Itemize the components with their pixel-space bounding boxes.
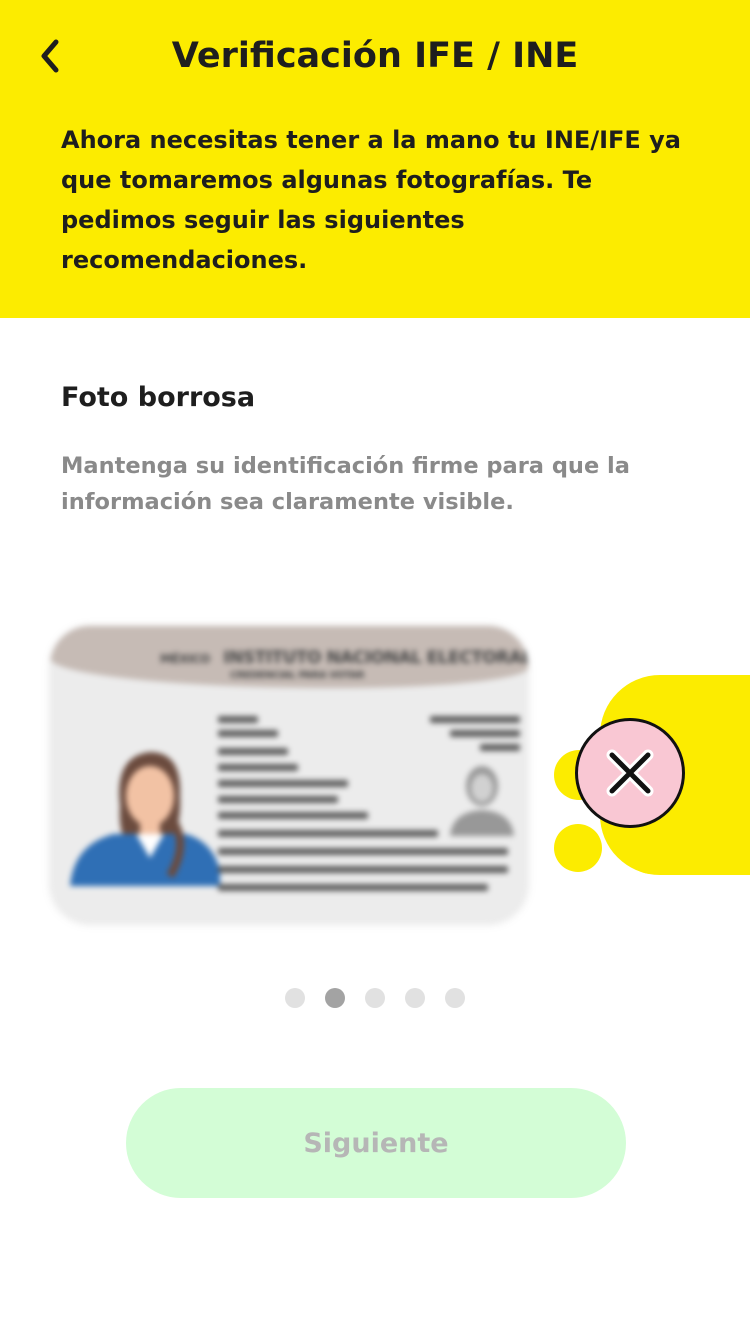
card-text-line xyxy=(218,780,348,787)
person-portrait-small-icon xyxy=(450,766,514,836)
card-institution: INSTITUTO NACIONAL ELECTORAL xyxy=(223,648,528,668)
card-text-line xyxy=(218,716,258,723)
invalid-badge xyxy=(575,718,685,828)
slide-description: Mantenga su identificación firme para qu… xyxy=(61,453,630,515)
card-text-line xyxy=(218,830,438,837)
card-text-line xyxy=(218,866,508,873)
person-portrait-icon xyxy=(70,752,220,886)
tips-carousel[interactable]: MÉXICO INSTITUTO NACIONAL ELECTORAL CRED… xyxy=(0,600,750,940)
screen: Verificación IFE / INE Ahora necesitas t… xyxy=(0,0,750,1334)
blurred-id-card-illustration: MÉXICO INSTITUTO NACIONAL ELECTORAL CRED… xyxy=(50,626,528,924)
pagination-dots xyxy=(0,988,750,1008)
intro-text: Ahora necesitas tener a la mano tu INE/I… xyxy=(61,126,681,274)
card-subtitle: CREDENCIAL PARA VOTAR xyxy=(230,670,365,681)
pagination-dot[interactable] xyxy=(445,988,465,1008)
card-text-line xyxy=(218,730,278,737)
next-button[interactable]: Siguiente xyxy=(126,1088,626,1198)
pagination-dot[interactable] xyxy=(365,988,385,1008)
header: Verificación IFE / INE Ahora necesitas t… xyxy=(0,0,750,318)
pagination-dot[interactable] xyxy=(285,988,305,1008)
page-title: Verificación IFE / INE xyxy=(171,36,579,76)
card-heading: MÉXICO INSTITUTO NACIONAL ELECTORAL CRED… xyxy=(160,648,528,681)
card-country: MÉXICO xyxy=(160,652,210,666)
card-text-line xyxy=(218,848,508,855)
card-text-line xyxy=(218,748,288,755)
card-text-line xyxy=(480,744,520,751)
card-text-line xyxy=(218,764,298,771)
card-text-line xyxy=(450,730,520,737)
pagination-dot-active[interactable] xyxy=(325,988,345,1008)
x-circle-icon xyxy=(606,749,654,797)
card-text-line xyxy=(218,796,338,803)
card-text-line xyxy=(218,884,488,891)
pagination-dot[interactable] xyxy=(405,988,425,1008)
card-text-line xyxy=(430,716,520,723)
decorative-yellow-dot xyxy=(554,824,602,872)
slide-title: Foto borrosa xyxy=(61,382,256,413)
card-text-line xyxy=(218,812,368,819)
